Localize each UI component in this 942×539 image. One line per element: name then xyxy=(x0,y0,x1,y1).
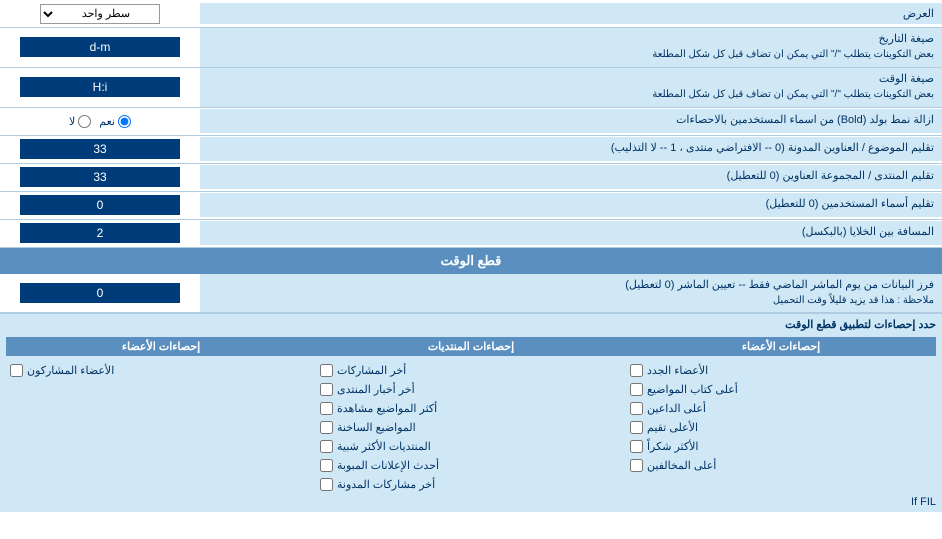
checkbox-top-topic-writers[interactable] xyxy=(630,383,643,396)
cell-spacing-input[interactable] xyxy=(20,223,180,243)
checkbox-most-thanked[interactable] xyxy=(630,440,643,453)
date-format-label: صيغة التاريخ بعض التكوينات يتطلب "/" الت… xyxy=(200,28,942,67)
top-row: العرض سطر واحد سطرين ثلاثة أسطر xyxy=(0,0,942,28)
checkbox-new-members[interactable] xyxy=(630,364,643,377)
section-header-cutoff: قطع الوقت xyxy=(0,248,942,274)
col2-header: إحصاءات المنتديات xyxy=(316,337,626,356)
list-item: المنتديات الأكثر شبية xyxy=(316,439,626,454)
date-format-input[interactable] xyxy=(20,37,180,57)
cutoff-input[interactable] xyxy=(20,283,180,303)
list-item: أعلى كتاب المواضيع xyxy=(626,382,936,397)
topic-trim-input-area xyxy=(0,137,200,161)
checkbox-top-violators[interactable] xyxy=(630,459,643,472)
radio-yes[interactable] xyxy=(118,115,131,128)
checkbox-last-blog-posts[interactable] xyxy=(320,478,333,491)
radio-no[interactable] xyxy=(78,115,91,128)
bold-remove-row: ازالة نمط بولد (Bold) من اسماء المستخدمي… xyxy=(0,108,942,136)
cutoff-row: فرز البيانات من يوم الماشر الماضي فقط --… xyxy=(0,274,942,314)
cutoff-label: فرز البيانات من يوم الماشر الماضي فقط --… xyxy=(200,274,942,313)
checkbox-latest-classifieds[interactable] xyxy=(320,459,333,472)
bold-remove-radio-group: نعم لا xyxy=(63,113,137,130)
time-format-label: صيغة الوقت بعض التكوينات يتطلب "/" التي … xyxy=(200,68,942,107)
checkbox-last-news[interactable] xyxy=(320,383,333,396)
cell-spacing-row: المسافة بين الخلايا (بالبكسل) xyxy=(0,220,942,248)
list-item: أحدث الإعلانات المبوبة xyxy=(316,458,626,473)
time-format-input-area xyxy=(0,75,200,99)
date-format-input-area xyxy=(0,35,200,59)
top-select-area: سطر واحد سطرين ثلاثة أسطر xyxy=(0,2,200,26)
checkbox-most-viewed[interactable] xyxy=(320,402,333,415)
topic-trim-input[interactable] xyxy=(20,139,180,159)
list-item: أكثر المواضيع مشاهدة xyxy=(316,401,626,416)
list-item: الأعضاء الجدد xyxy=(626,363,936,378)
forum-trim-input-area xyxy=(0,165,200,189)
bold-remove-input-area: نعم لا xyxy=(0,111,200,132)
cell-spacing-input-area xyxy=(0,221,200,245)
bold-remove-label: ازالة نمط بولد (Bold) من اسماء المستخدمي… xyxy=(200,109,942,132)
checkbox-top-inviters[interactable] xyxy=(630,402,643,415)
list-item: الأعضاء المشاركون xyxy=(6,363,316,378)
col1-header: إحصاءات الأعضاء xyxy=(626,337,936,356)
checkboxes-grid: إحصاءات الأعضاء الأعضاء الجدد أعلى كتاب … xyxy=(6,337,936,492)
list-item: المواضيع الساخنة xyxy=(316,420,626,435)
username-trim-input-area xyxy=(0,193,200,217)
checkbox-top-rated[interactable] xyxy=(630,421,643,434)
time-format-input[interactable] xyxy=(20,77,180,97)
top-label: العرض xyxy=(200,3,942,24)
stats-title: حدد إحصاءات لتطبيق قطع الوقت xyxy=(6,318,936,331)
forum-trim-row: تقليم المنتدى / المجموعة العناوين (0 للت… xyxy=(0,164,942,192)
stats-section: حدد إحصاءات لتطبيق قطع الوقت إحصاءات الأ… xyxy=(0,313,942,512)
time-format-row: صيغة الوقت بعض التكوينات يتطلب "/" التي … xyxy=(0,68,942,108)
radio-yes-label[interactable]: نعم xyxy=(99,115,131,128)
list-item: أخر أخبار المنتدى xyxy=(316,382,626,397)
col3-header: إحصاءات الأعضاء xyxy=(6,337,316,356)
checkbox-hot-topics[interactable] xyxy=(320,421,333,434)
forum-trim-input[interactable] xyxy=(20,167,180,187)
topic-trim-row: تقليم الموضوع / العناوين المدونة (0 -- ا… xyxy=(0,136,942,164)
main-container: العرض سطر واحد سطرين ثلاثة أسطر صيغة الت… xyxy=(0,0,942,512)
checkbox-most-similar-forums[interactable] xyxy=(320,440,333,453)
list-item: الأعلى تقيم xyxy=(626,420,936,435)
if-fil-text: If FIL xyxy=(6,496,936,508)
list-item: أخر المشاركات xyxy=(316,363,626,378)
cutoff-input-area xyxy=(0,281,200,305)
date-format-row: صيغة التاريخ بعض التكوينات يتطلب "/" الت… xyxy=(0,28,942,68)
col1: إحصاءات الأعضاء الأعضاء الجدد أعلى كتاب … xyxy=(626,337,936,492)
username-trim-row: تقليم أسماء المستخدمين (0 للتعطيل) xyxy=(0,192,942,220)
list-item: أعلى المخالفين xyxy=(626,458,936,473)
list-item: أعلى الداعين xyxy=(626,401,936,416)
username-trim-label: تقليم أسماء المستخدمين (0 للتعطيل) xyxy=(200,193,942,216)
list-item: أخر مشاركات المدونة xyxy=(316,477,626,492)
display-select[interactable]: سطر واحد سطرين ثلاثة أسطر xyxy=(40,4,160,24)
col3: إحصاءات الأعضاء الأعضاء المشاركون xyxy=(6,337,316,492)
list-item: الأكثر شكراً xyxy=(626,439,936,454)
forum-trim-label: تقليم المنتدى / المجموعة العناوين (0 للت… xyxy=(200,165,942,188)
username-trim-input[interactable] xyxy=(20,195,180,215)
cell-spacing-label: المسافة بين الخلايا (بالبكسل) xyxy=(200,221,942,244)
topic-trim-label: تقليم الموضوع / العناوين المدونة (0 -- ا… xyxy=(200,137,942,160)
checkbox-active-members[interactable] xyxy=(10,364,23,377)
checkbox-last-posts[interactable] xyxy=(320,364,333,377)
col2: إحصاءات المنتديات أخر المشاركات أخر أخبا… xyxy=(316,337,626,492)
radio-no-label[interactable]: لا xyxy=(69,115,91,128)
